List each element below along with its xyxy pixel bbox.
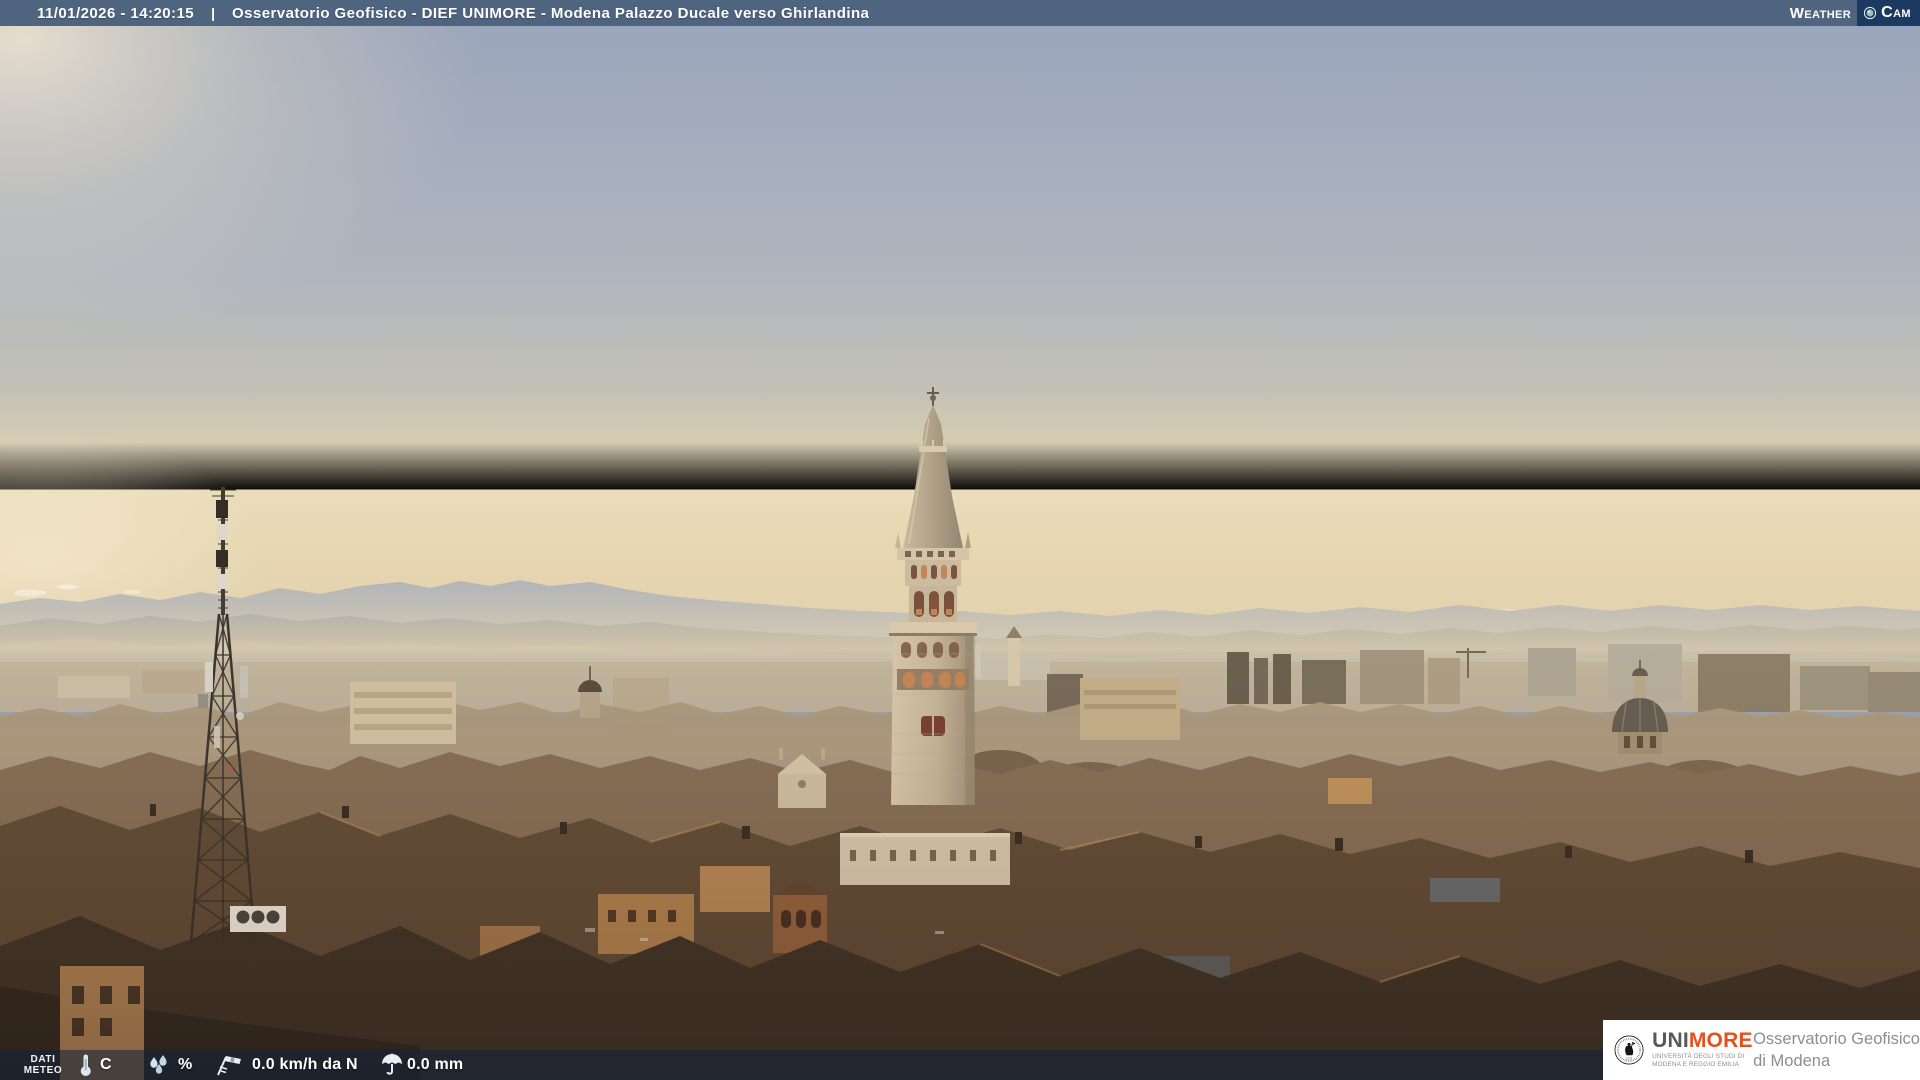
modena-panorama [0, 26, 1920, 1080]
weathercam-logo-box: Cam [1857, 0, 1920, 26]
camera-lens-icon [1863, 6, 1877, 20]
humidity-value: % [178, 1056, 193, 1073]
webcam-photo [0, 26, 1920, 1080]
page-title: Osservatorio Geofisico - DIEF UNIMORE - … [232, 4, 870, 22]
unimore-uni: UNI [1652, 1029, 1689, 1053]
timestamp: 11/01/2026 - 14:20:15 [37, 4, 195, 22]
water-drops-icon [146, 1054, 174, 1076]
unimore-seal-icon: 1175 [1614, 1035, 1644, 1065]
unimore-logo-box: 1175 UNIMORE UNIVERSITÀ DEGLI STUDI DI M… [1603, 1020, 1920, 1080]
umbrella-icon [381, 1053, 403, 1077]
weathercam-logo: Weather Cam [1790, 0, 1920, 26]
weather-bar-label: DATI METEO [23, 1054, 63, 1076]
top-status-bar: 11/01/2026 - 14:20:15 | Osservatorio Geo… [0, 0, 1920, 26]
university-line1: UNIVERSITÀ DEGLI STUDI DI [1652, 1053, 1745, 1061]
weathercam-logo-cam: Cam [1881, 4, 1911, 21]
color-grade [0, 26, 1920, 1080]
svg-text:1175: 1175 [1626, 1056, 1633, 1060]
observatory-name: Osservatorio Geofisico di Modena [1753, 1030, 1920, 1070]
separator: | [211, 5, 215, 21]
rain-value: 0.0 mm [407, 1056, 464, 1073]
temperature-value: C [100, 1056, 112, 1073]
wind-value: 0.0 km/h da N [252, 1056, 358, 1073]
university-line2: MODENA E REGGIO EMILIA [1652, 1061, 1740, 1068]
unimore-wordmark: UNIMORE UNIVERSITÀ DEGLI STUDI DI MODENA… [1652, 1029, 1752, 1069]
thermometer-icon [78, 1053, 93, 1077]
unimore-more: MORE [1688, 1029, 1753, 1053]
webcam-page: 11/01/2026 - 14:20:15 | Osservatorio Geo… [0, 0, 1920, 1080]
weathercam-logo-weather: Weather [1789, 4, 1852, 22]
windsock-icon [214, 1053, 244, 1077]
